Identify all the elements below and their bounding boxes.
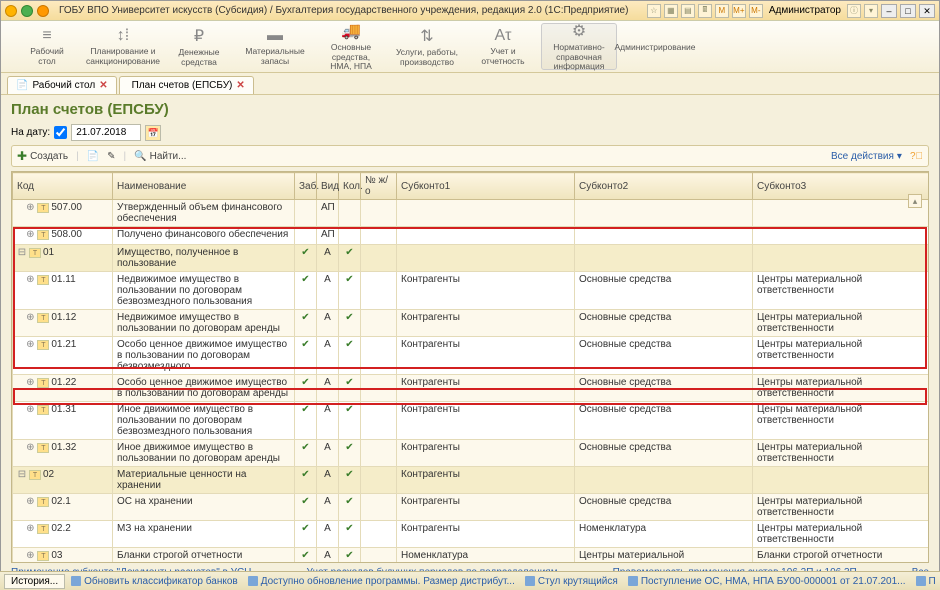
close-tab-icon[interactable]: ✕: [99, 80, 107, 91]
tb-icon[interactable]: ▦: [664, 4, 678, 18]
user-label: Администратор: [766, 5, 844, 16]
all-actions-button[interactable]: Все действия ▾: [831, 151, 902, 162]
status-icon: [628, 576, 638, 586]
table-row[interactable]: ⊕Т01.21Особо ценное движимое имущество в…: [13, 337, 930, 375]
menu-icon: ≡: [42, 27, 51, 45]
nav-back-icon[interactable]: [5, 5, 17, 17]
status-icon: [525, 576, 535, 586]
main-toolbar: ≡Рабочийстол↕⁞Планирование исанкциониров…: [1, 21, 939, 73]
menu-item[interactable]: ▬Материальныезапасы: [237, 23, 313, 70]
info-icon[interactable]: ⓘ: [847, 4, 861, 18]
status-item[interactable]: Стул крутящийся: [525, 576, 618, 587]
date-input[interactable]: [71, 124, 141, 141]
date-label: На дату:: [11, 127, 50, 138]
menu-icon: ₽: [194, 26, 204, 46]
status-icon: [71, 576, 81, 586]
help-icon[interactable]: ?⃝: [910, 151, 923, 162]
window-title: ГОБУ ВПО Университет искусств (Субсидия)…: [53, 5, 643, 16]
status-bar: История... Обновить классификатор банков…: [0, 571, 940, 590]
table-row[interactable]: ⊕Т01.11Недвижимое имущество в пользовани…: [13, 272, 930, 310]
table-row[interactable]: ⊕Т02.2МЗ на хранении✔А✔КонтрагентыНоменк…: [13, 521, 930, 548]
column-header[interactable]: Наименование: [113, 173, 295, 200]
table-row[interactable]: ⊕Т01.32Иное движимое имущество в пользов…: [13, 440, 930, 467]
status-item[interactable]: Поступление ОС, НМА, НПА БУ00-000001 от …: [628, 576, 906, 587]
minimize-button[interactable]: –: [881, 4, 897, 18]
action-bar: ✚Создать | 📄 ✎ | 🔍Найти... Все действия …: [11, 145, 929, 167]
column-header[interactable]: Субконто2: [575, 173, 753, 200]
menu-icon: Аτ: [495, 27, 512, 45]
column-header[interactable]: Кол.: [339, 173, 361, 200]
menu-icon: ⚙: [572, 21, 586, 41]
status-item[interactable]: Принятие к учету ОС, НМА, НПА БУ00-00000…: [916, 576, 936, 587]
tab[interactable]: 📄Рабочий стол✕: [7, 76, 117, 94]
table-row[interactable]: ⊕Т01.22Особо ценное движимое имущество в…: [13, 375, 930, 402]
menu-item[interactable]: ↕⁞Планирование исанкционирование: [85, 23, 161, 70]
column-header[interactable]: Заб.: [295, 173, 317, 200]
column-header[interactable]: Вид: [317, 173, 339, 200]
table-row[interactable]: ⊕Т02.1ОС на хранении✔А✔КонтрагентыОсновн…: [13, 494, 930, 521]
history-button[interactable]: История...: [4, 574, 65, 589]
tab-bar: 📄Рабочий стол✕План счетов (ЕПСБУ)✕: [1, 73, 939, 95]
table-row[interactable]: ⊕Т508.00Получено финансового обеспечения…: [13, 227, 930, 245]
tb-icon[interactable]: 🖩: [698, 4, 712, 18]
menu-item[interactable]: 🚚Основные средства,НМА, НПА: [313, 23, 389, 70]
menu-item[interactable]: АτУчет иотчетность: [465, 23, 541, 70]
title-bar: ГОБУ ВПО Университет искусств (Субсидия)…: [1, 1, 939, 21]
scroll-up-icon[interactable]: ▴: [908, 194, 922, 208]
close-button[interactable]: ✕: [919, 4, 935, 18]
column-header[interactable]: Субконто1: [397, 173, 575, 200]
menu-icon: ⇅: [420, 26, 433, 46]
tb-icon[interactable]: ☆: [647, 4, 661, 18]
table-row[interactable]: ⊟Т02Материальные ценности на хранении✔А✔…: [13, 467, 930, 494]
edit-button[interactable]: ✎: [107, 151, 115, 162]
table-row[interactable]: ⊕Т01.12Недвижимое имущество в пользовани…: [13, 310, 930, 337]
menu-item[interactable]: Администрирование: [617, 23, 693, 70]
table-row[interactable]: ⊕Т03Бланки строгой отчетности✔А✔Номенкла…: [13, 548, 930, 564]
close-tab-icon[interactable]: ✕: [236, 80, 244, 91]
tab[interactable]: План счетов (ЕПСБУ)✕: [119, 76, 254, 94]
copy-button[interactable]: 📄: [87, 151, 99, 162]
status-item[interactable]: Доступно обновление программы. Размер ди…: [248, 576, 515, 587]
accounts-table: КодНаименованиеЗаб.ВидКол.№ ж/оСубконто1…: [11, 171, 929, 563]
tb-icon[interactable]: M: [715, 4, 729, 18]
menu-item[interactable]: ⇅Услуги, работы,производство: [389, 23, 465, 70]
menu-icon: 🚚: [341, 21, 361, 41]
nav-fwd-icon[interactable]: [21, 5, 33, 17]
column-header[interactable]: Субконто3: [753, 173, 930, 200]
menu-icon: ▬: [267, 27, 283, 45]
tb-icon[interactable]: M-: [749, 4, 763, 18]
column-header[interactable]: Код: [13, 173, 113, 200]
status-icon: [248, 576, 258, 586]
tb-icon[interactable]: M+: [732, 4, 746, 18]
create-button[interactable]: ✚Создать: [17, 149, 68, 163]
status-icon: [916, 576, 926, 586]
table-row[interactable]: ⊕Т01.31Иное движимое имущество в пользов…: [13, 402, 930, 440]
table-row[interactable]: ⊟Т01Имущество, полученное в пользование✔…: [13, 245, 930, 272]
table-row[interactable]: ⊕Т507.00Утвержденный объем финансового о…: [13, 200, 930, 227]
date-enabled-checkbox[interactable]: [54, 126, 67, 139]
favorites-icon[interactable]: [37, 5, 49, 17]
find-button[interactable]: 🔍Найти...: [134, 151, 186, 162]
page-title: План счетов (ЕПСБУ): [11, 101, 929, 118]
column-header[interactable]: № ж/о: [361, 173, 397, 200]
menu-item[interactable]: ₽Денежныесредства: [161, 23, 237, 70]
dropdown-icon[interactable]: ▾: [864, 4, 878, 18]
calendar-icon[interactable]: 📅: [145, 125, 161, 141]
menu-item[interactable]: ≡Рабочийстол: [9, 23, 85, 70]
status-item[interactable]: Обновить классификатор банков: [71, 576, 238, 587]
menu-icon: ↕⁞: [117, 27, 129, 45]
tb-icon[interactable]: ▤: [681, 4, 695, 18]
menu-item[interactable]: ⚙Нормативно-справочнаяинформация: [541, 23, 617, 70]
maximize-button[interactable]: □: [900, 4, 916, 18]
